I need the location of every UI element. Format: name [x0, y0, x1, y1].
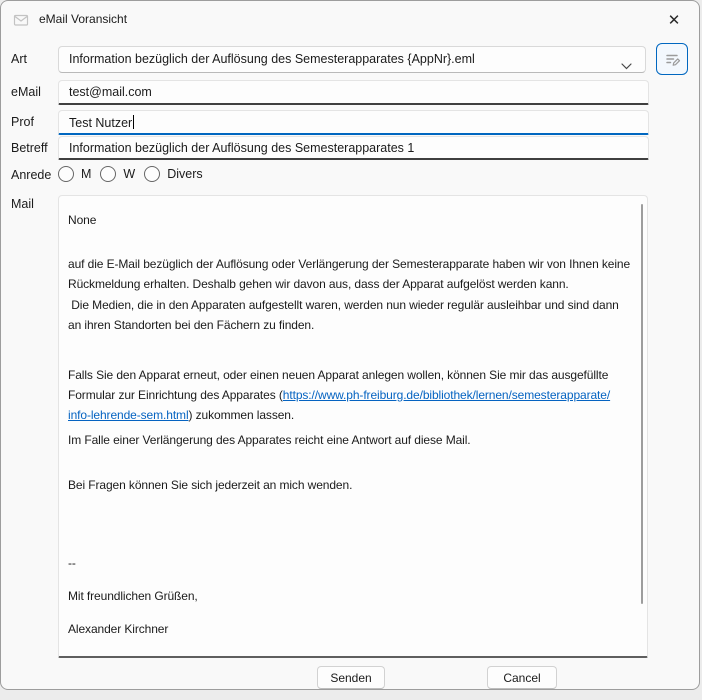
- radio-option-w[interactable]: W: [100, 166, 135, 182]
- mail-paragraph: None: [68, 210, 633, 230]
- edit-note-icon: [657, 51, 687, 68]
- radio-option-divers[interactable]: Divers: [144, 166, 202, 182]
- mail-label: Mail: [11, 197, 34, 211]
- anrede-radio-group: M W Divers: [58, 166, 203, 182]
- radio-circle-icon: [100, 166, 116, 182]
- betreff-value: Information bezüglich der Auflösung des …: [69, 141, 414, 155]
- email-field[interactable]: test@mail.com: [58, 80, 649, 105]
- art-label: Art: [11, 52, 27, 66]
- text-caret: [133, 115, 134, 129]
- prof-field[interactable]: Test Nutzer: [58, 110, 649, 135]
- anrede-label: Anrede: [11, 168, 51, 182]
- chevron-down-icon: [621, 57, 632, 75]
- mail-paragraph: auf die E-Mail bezüglich der Auflösung o…: [68, 254, 633, 294]
- mail-paragraph: Falls Sie den Apparat erneut, oder einen…: [68, 365, 633, 425]
- mail-paragraph: Die Medien, die in den Apparaten aufgest…: [68, 295, 633, 335]
- scrollbar-thumb[interactable]: [641, 204, 643, 604]
- mail-body-link[interactable]: https://www.ph-freiburg.de/bibliothek/le…: [283, 388, 610, 402]
- send-button[interactable]: Senden: [317, 666, 385, 689]
- radio-circle-icon: [144, 166, 160, 182]
- art-selected-value: Information bezüglich der Auflösung des …: [69, 52, 475, 66]
- prof-label: Prof: [11, 115, 34, 129]
- mail-paragraph: Bei Fragen können Sie sich jederzeit an …: [68, 475, 633, 495]
- mail-body-text: None auf die E-Mail bezüglich der Auflösu…: [68, 210, 633, 639]
- mail-body-textarea[interactable]: None auf die E-Mail bezüglich der Auflösu…: [58, 195, 648, 658]
- email-preview-dialog: eMail Voransicht ✕ Art Information bezüg…: [0, 0, 700, 690]
- cancel-button[interactable]: Cancel: [487, 666, 557, 689]
- radio-circle-icon: [58, 166, 74, 182]
- email-label: eMail: [11, 85, 41, 99]
- email-value: test@mail.com: [69, 85, 152, 99]
- edit-template-button[interactable]: [656, 43, 688, 75]
- radio-option-m[interactable]: M: [58, 166, 91, 182]
- mail-paragraph: Mit freundlichen Grüßen,: [68, 586, 633, 606]
- mail-body-link[interactable]: info-lehrende-sem.html: [68, 408, 189, 422]
- art-select[interactable]: Information bezüglich der Auflösung des …: [58, 46, 646, 73]
- titlebar: eMail Voransicht ✕: [1, 1, 699, 39]
- prof-value: Test Nutzer: [69, 116, 132, 130]
- mail-paragraph: Im Falle einer Verlängerung des Apparate…: [68, 430, 633, 450]
- betreff-field[interactable]: Information bezüglich der Auflösung des …: [58, 136, 649, 160]
- window-title: eMail Voransicht: [39, 12, 127, 26]
- mail-paragraph: Alexander Kirchner: [68, 619, 633, 639]
- mail-icon: [13, 12, 29, 28]
- close-icon[interactable]: ✕: [659, 8, 689, 34]
- betreff-label: Betreff: [11, 141, 48, 155]
- mail-paragraph: --: [68, 553, 633, 573]
